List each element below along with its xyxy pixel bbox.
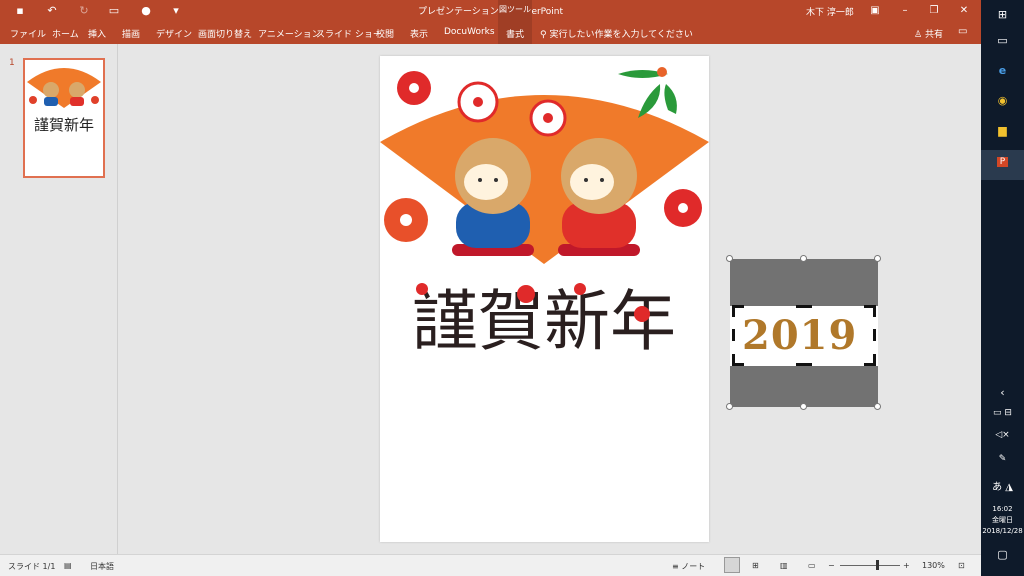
plum-accent [634, 306, 650, 322]
share-label: 共有 [924, 30, 943, 40]
status-bar: スライド 1/1 ▤ 日本語 ≡ ノート ⊞ ▥ ▭ − + 130% ⊡ [0, 554, 981, 576]
spellcheck-icon[interactable]: ▤ [64, 561, 72, 570]
plum-blossom [384, 198, 428, 242]
crop-handle[interactable] [732, 329, 735, 341]
crop-handle[interactable] [796, 363, 812, 366]
tab-home[interactable]: ホーム [52, 27, 79, 40]
thumbnail-preview: 謹賀新年 [27, 68, 101, 134]
clock-date: 2018/12/28 [982, 527, 1023, 535]
tell-me-text: 実行したい作業を入力してください [549, 30, 693, 40]
clock-day: 金曜日 [992, 516, 1013, 524]
slide-thumbnail[interactable]: 謹賀新年 [23, 58, 105, 178]
crop-handle[interactable] [873, 329, 876, 341]
year-text: 2019 [742, 312, 858, 359]
crop-handle[interactable] [873, 354, 876, 366]
greeting-text: 謹賀新年 [412, 283, 676, 360]
file-explorer-icon[interactable]: ▆ [981, 124, 1024, 137]
chrome-icon[interactable]: ◉ [981, 94, 1024, 107]
year-image: 2019 [730, 306, 878, 366]
resize-handle[interactable] [726, 403, 733, 410]
tab-slideshow[interactable]: スライド ショー [316, 27, 382, 40]
thumbnail-text: 謹賀新年 [34, 116, 94, 134]
crop-handle[interactable] [873, 305, 876, 317]
title-bar: ▪ ↶ ↻ ▭ ● ▾ プレゼンテーション1 - PowerPoint 図ツール… [0, 0, 981, 22]
red-dot [416, 283, 428, 295]
boar-doll-blue [452, 138, 534, 256]
show-hidden-icons[interactable]: ‹ [981, 386, 1024, 399]
person-icon: ♙ [914, 30, 925, 40]
crop-handle[interactable] [732, 354, 735, 366]
normal-view-icon[interactable] [724, 557, 740, 573]
thumbnail-number: 1 [9, 58, 15, 68]
slide-canvas[interactable]: 謹賀新年 [380, 56, 709, 542]
tab-design[interactable]: デザイン [156, 27, 192, 40]
boar-doll-red [558, 138, 640, 256]
zoom-slider[interactable] [840, 565, 900, 566]
restore-icon[interactable]: ❐ [925, 3, 943, 19]
fit-to-window-icon[interactable]: ⊡ [958, 561, 965, 570]
clock-time: 16:02 [992, 505, 1013, 513]
powerpoint-window: ▪ ↶ ↻ ▭ ● ▾ プレゼンテーション1 - PowerPoint 図ツール… [0, 0, 981, 576]
share-button[interactable]: ♙ 共有 [914, 27, 943, 40]
tab-file[interactable]: ファイル [10, 27, 46, 40]
picture-tools-label: 図ツール [498, 0, 532, 22]
system-clock[interactable]: 16:02 金曜日 2018/12/28 [981, 504, 1024, 537]
zoom-slider-thumb[interactable] [876, 560, 880, 570]
volume-icon[interactable]: ◁× [981, 430, 1024, 440]
tab-animations[interactable]: アニメーション [258, 27, 321, 40]
powerpoint-icon: P [996, 157, 1009, 167]
comments-icon[interactable]: ▭ [958, 26, 967, 37]
zoom-out-icon[interactable]: − [828, 561, 835, 570]
pen-icon[interactable]: ✎ [981, 454, 1024, 464]
ribbon-tabs: ファイル ホーム 挿入 描画 デザイン 画面切り替え アニメーション スライド … [0, 22, 981, 44]
ribbon-display-icon[interactable]: ▣ [866, 3, 884, 19]
plum-blossom [529, 99, 567, 137]
tell-me-search[interactable]: ⚲ 実行したい作業を入力してください [540, 27, 693, 40]
notes-icon: ≡ [672, 562, 682, 571]
tab-review[interactable]: 校閲 [376, 27, 394, 40]
zoom-in-icon[interactable]: + [903, 561, 910, 570]
tab-view[interactable]: 表示 [410, 27, 428, 40]
crop-handle[interactable] [732, 305, 735, 317]
minimize-icon[interactable]: – [896, 3, 914, 19]
windows-start-icon[interactable]: ⊞ [981, 8, 1024, 21]
language-label[interactable]: 日本語 [90, 561, 114, 572]
resize-handle[interactable] [800, 255, 807, 262]
battery-network-icons[interactable]: ▭ ⊟ [981, 408, 1024, 418]
slideshow-icon[interactable]: ▭ [808, 561, 816, 570]
crop-handle[interactable] [796, 305, 812, 308]
tab-format[interactable]: 書式 [498, 22, 533, 44]
plum-blossom [664, 189, 702, 227]
zoom-level[interactable]: 130% [922, 561, 945, 570]
selected-picture-2019[interactable]: 2019 [726, 255, 881, 410]
ime-indicator[interactable]: あ ◮ [981, 478, 1024, 493]
reading-view-icon[interactable]: ▥ [780, 561, 788, 570]
windows-taskbar: ⊞ ▭ e ◉ ▆ P ‹ ▭ ⊟ ◁× ✎ あ ◮ 16:02 金曜日 201… [981, 0, 1024, 576]
resize-handle[interactable] [726, 255, 733, 262]
red-dot [574, 283, 586, 295]
new-year-card: 謹賀新年 [380, 67, 709, 360]
tab-insert[interactable]: 挿入 [88, 27, 106, 40]
close-icon[interactable]: ✕ [955, 3, 973, 19]
slide-sorter-icon[interactable]: ⊞ [752, 561, 759, 570]
tab-docuworks[interactable]: DocuWorks [444, 27, 495, 37]
plum-blossom [397, 71, 431, 105]
slide-counter: スライド 1/1 [8, 562, 56, 571]
task-view-icon[interactable]: ▭ [981, 34, 1024, 47]
resize-handle[interactable] [874, 255, 881, 262]
tab-transitions[interactable]: 画面切り替え [198, 27, 252, 40]
notes-button[interactable]: ≡ ノート [672, 561, 705, 572]
notes-label: ノート [681, 562, 706, 571]
notifications-icon[interactable]: ▢ [981, 548, 1024, 561]
tab-draw[interactable]: 描画 [122, 27, 140, 40]
edge-icon[interactable]: e [981, 64, 1024, 77]
user-name[interactable]: 木下 淳一郎 [806, 5, 854, 18]
plum-blossom [457, 81, 499, 123]
resize-handle[interactable] [874, 403, 881, 410]
powerpoint-taskbar-button[interactable]: P [981, 150, 1024, 180]
ime-mode-text: あ [992, 482, 1003, 493]
resize-handle[interactable] [800, 403, 807, 410]
acrobat-icon: ◮ [1002, 482, 1013, 493]
plum-accent [517, 285, 535, 303]
